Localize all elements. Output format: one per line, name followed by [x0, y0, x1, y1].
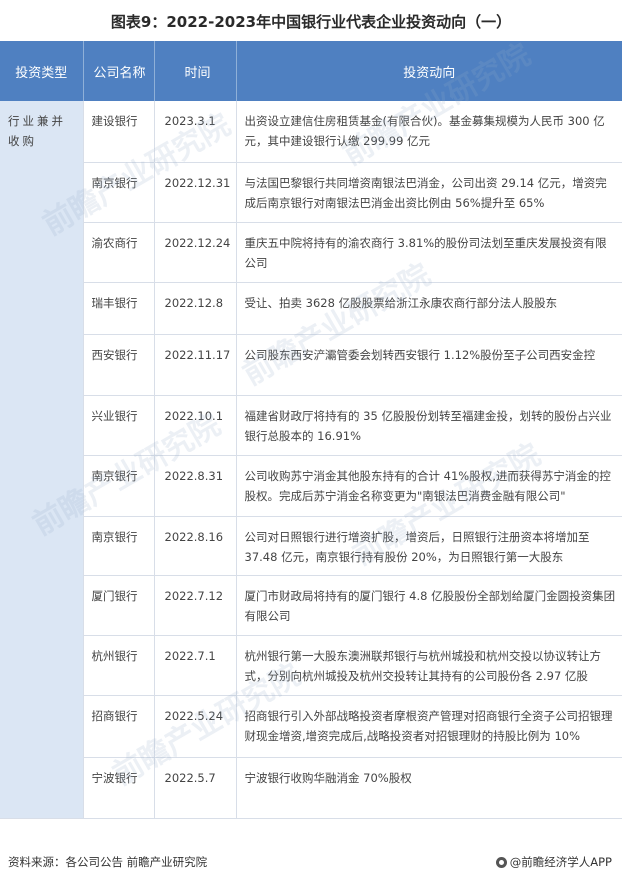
company-cell: 兴业银行 [83, 395, 155, 456]
header-type: 投资类型 [0, 41, 84, 101]
investment-detail-cell: 重庆五中院将持有的渝农商行 3.81%的股份司法划至重庆发展投资有限公司 [236, 222, 622, 283]
investment-detail-cell: 厦门市财政局将持有的厦门银行 4.8 亿股股份全部划给厦门金圆投资集团有限公司 [236, 575, 622, 636]
investment-detail-cell: 福建省财政厅将持有的 35 亿股股份划转至福建金投，划转的股份占兴业银行总股本的… [236, 395, 622, 456]
time-cell: 2022.11.17 [154, 334, 237, 396]
company-cell: 杭州银行 [83, 635, 155, 696]
chart-title: 图表9：2022-2023年中国银行业代表企业投资动向（一） [110, 13, 512, 31]
table-row: 杭州银行 2022.7.1 杭州银行第一大股东澳洲联邦银行与杭州城投和杭州交投以协议… [0, 635, 622, 696]
time-cell: 2022.12.8 [154, 282, 237, 335]
header-time: 时间 [154, 41, 237, 101]
table-row: 厦门银行 2022.7.12 厦门市财政局将持有的厦门银行 4.8 亿股股份全部划给… [0, 575, 622, 636]
time-cell: 2022.7.12 [154, 575, 237, 636]
company-cell: 厦门银行 [83, 575, 155, 636]
time-cell: 2022.5.24 [154, 695, 237, 758]
time-cell: 2022.12.31 [154, 162, 237, 223]
header-company: 公司名称 [83, 41, 155, 101]
time-cell: 2022.7.1 [154, 635, 237, 696]
time-cell: 2023.3.1 [154, 101, 237, 163]
time-cell: 2022.12.24 [154, 222, 237, 283]
company-cell: 宁波银行 [83, 757, 155, 819]
table-row: 瑞丰银行 2022.12.8 受让、拍卖 3628 亿股股票给浙江永康农商行部分法人… [0, 282, 622, 335]
time-cell: 2022.10.1 [154, 395, 237, 456]
table-header-row: 投资类型 公司名称 时间 投资动向 [0, 41, 622, 101]
company-cell: 渝农商行 [83, 222, 155, 283]
table-row: 南京银行 2022.8.16 公司对日照银行进行增资扩股，增资后，日照银行注册资本将… [0, 516, 622, 576]
table-row: 渝农商行 2022.12.24 重庆五中院将持有的渝农商行 3.81%的股份司法划至… [0, 222, 622, 283]
company-cell: 西安银行 [83, 334, 155, 396]
investment-detail-cell: 杭州银行第一大股东澳洲联邦银行与杭州城投和杭州交投以协议转让方式，分别向杭州城投… [236, 635, 622, 696]
company-cell: 瑞丰银行 [83, 282, 155, 335]
brand-label: @前瞻经济学人APP [509, 855, 612, 869]
source-note: 资料来源：各公司公告 前瞻产业研究院 [8, 855, 208, 869]
investment-table: 投资类型 公司名称 时间 投资动向 行业兼并收购 建设银行 2023.3.1 出资设立… [0, 41, 622, 819]
investment-detail-cell: 宁波银行收购华融消金 70%股权 [236, 757, 622, 819]
time-cell: 2022.5.7 [154, 757, 237, 819]
investment-detail-cell: 受让、拍卖 3628 亿股股票给浙江永康农商行部分法人股股东 [236, 282, 622, 335]
investment-detail-cell: 公司收购苏宁消金其他股东持有的合计 41%股权,进而获得苏宁消金的控股权。完成后… [236, 455, 622, 517]
investment-type-cell: 行业兼并收购 [0, 101, 84, 819]
company-cell: 南京银行 [83, 162, 155, 223]
investment-detail-cell: 出资设立建信住房租赁基金(有限合伙)。基金募集规模为人民币 300 亿元，其中建… [236, 101, 622, 163]
company-cell: 南京银行 [83, 516, 155, 576]
table-row: 行业兼并收购 建设银行 2023.3.1 出资设立建信住房租赁基金(有限合伙)。基金募… [0, 101, 622, 819]
table-row: 兴业银行 2022.10.1 福建省财政厅将持有的 35 亿股股份划转至福建金投，划… [0, 395, 622, 456]
time-cell: 2022.8.31 [154, 455, 237, 517]
table-row: 招商银行 2022.5.24 招商银行引入外部战略投资者摩根资产管理对招商银行全资子… [0, 695, 622, 758]
investment-detail-cell: 招商银行引入外部战略投资者摩根资产管理对招商银行全资子公司招银理财现金增资,增资… [236, 695, 622, 758]
header-content: 投资动向 [236, 41, 622, 101]
table-row: 南京银行 2022.8.31 公司收购苏宁消金其他股东持有的合计 41%股权,进而获… [0, 455, 622, 517]
qianzhan-logo-icon [495, 856, 507, 868]
brand-credit: @前瞻经济学人APP [495, 854, 612, 870]
time-cell: 2022.8.16 [154, 516, 237, 576]
company-cell: 建设银行 [83, 101, 155, 163]
table-row: 西安银行 2022.11.17 公司股东西安浐灞管委会划转西安银行 1.12%股份至… [0, 334, 622, 396]
table-row: 南京银行 2022.12.31 与法国巴黎银行共同增资南银法巴消金，公司出资 29.… [0, 162, 622, 223]
table-row: 宁波银行 2022.5.7 宁波银行收购华融消金 70%股权 [0, 757, 622, 819]
company-cell: 南京银行 [83, 455, 155, 517]
investment-detail-cell: 公司股东西安浐灞管委会划转西安银行 1.12%股份至子公司西安金控 [236, 334, 622, 396]
investment-detail-cell: 公司对日照银行进行增资扩股，增资后，日照银行注册资本将增加至 37.48 亿元，… [236, 516, 622, 576]
company-cell: 招商银行 [83, 695, 155, 758]
investment-detail-cell: 与法国巴黎银行共同增资南银法巴消金，公司出资 29.14 亿元，增资完成后南京银… [236, 162, 622, 223]
